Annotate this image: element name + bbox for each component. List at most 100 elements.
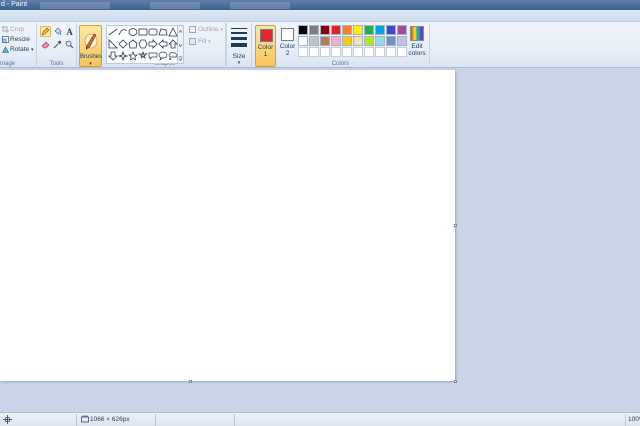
resize-handle-right[interactable] <box>454 224 457 227</box>
color1-swatch <box>260 29 273 42</box>
outline-dropdown[interactable]: Outline ▾ <box>189 25 223 34</box>
up-arrow-icon <box>168 39 178 49</box>
pencil-tool[interactable] <box>40 26 51 37</box>
edit-colors-label: colors <box>408 50 426 57</box>
palette-color-swatch[interactable] <box>386 36 396 46</box>
polygon-shape[interactable] <box>158 27 168 37</box>
six-point-star-shape[interactable] <box>137 50 149 61</box>
cloud-callout-shape[interactable] <box>168 51 178 61</box>
resize-handle-bottom[interactable] <box>189 380 192 383</box>
star-icon <box>128 51 138 61</box>
palette-color-swatch[interactable] <box>320 25 330 35</box>
status-separator <box>234 414 235 426</box>
magnifier-tool[interactable] <box>64 39 75 50</box>
palette-color-swatch[interactable] <box>353 47 363 57</box>
four-point-star-icon <box>117 50 129 62</box>
palette-color-swatch[interactable] <box>342 47 352 57</box>
palette-color-swatch[interactable] <box>364 36 374 46</box>
curve-shape[interactable] <box>118 27 128 37</box>
oval-icon <box>128 28 138 36</box>
brush-icon <box>84 33 98 50</box>
palette-color-swatch[interactable] <box>309 36 319 46</box>
oval-callout-shape[interactable] <box>158 51 168 61</box>
color-picker-tool[interactable] <box>52 39 63 50</box>
rounded-callout-shape[interactable] <box>148 51 158 61</box>
palette-color-swatch[interactable] <box>375 47 385 57</box>
palette-color-swatch[interactable] <box>386 25 396 35</box>
palette-color-swatch[interactable] <box>320 36 330 46</box>
drawing-canvas[interactable] <box>0 70 455 381</box>
rotate-button[interactable]: Rotate ▾ <box>1 45 33 54</box>
down-arrow-icon <box>108 51 118 61</box>
fill-tool[interactable] <box>52 26 63 37</box>
text-tool-icon: A <box>66 26 73 37</box>
magnifier-icon <box>65 40 74 49</box>
pencil-icon <box>41 27 50 36</box>
edit-colors-button[interactable]: Edit colors <box>406 25 428 67</box>
palette-color-swatch[interactable] <box>353 36 363 46</box>
palette-color-swatch[interactable] <box>320 47 330 57</box>
palette-color-swatch[interactable] <box>386 47 396 57</box>
palette-color-swatch[interactable] <box>309 25 319 35</box>
right-arrow-shape[interactable] <box>148 39 158 49</box>
diamond-shape[interactable] <box>118 39 128 49</box>
down-arrow-shape[interactable] <box>108 51 118 61</box>
palette-color-swatch[interactable] <box>331 47 341 57</box>
pentagon-shape[interactable] <box>128 39 138 49</box>
brushes-button[interactable]: Brushes ▾ <box>79 25 102 67</box>
color2-button[interactable]: Color 2 <box>277 25 298 67</box>
crop-button[interactable]: Crop <box>2 25 24 34</box>
palette-color-swatch[interactable] <box>342 36 352 46</box>
chevron-down-icon: ▾ <box>208 39 211 45</box>
palette-color-swatch[interactable] <box>331 25 341 35</box>
line-shape[interactable] <box>108 27 118 37</box>
oval-callout-icon <box>158 51 168 61</box>
color2-swatch <box>281 28 294 41</box>
palette-color-swatch[interactable] <box>298 25 308 35</box>
five-point-star-shape[interactable] <box>128 51 138 61</box>
resize-handle-corner[interactable] <box>454 380 457 383</box>
text-tool[interactable]: A <box>64 26 75 37</box>
eraser-tool[interactable] <box>40 39 51 50</box>
shapes-gallery-scrollbar[interactable] <box>178 25 184 64</box>
palette-color-swatch[interactable] <box>342 25 352 35</box>
hexagon-shape[interactable] <box>138 39 148 49</box>
four-point-star-shape[interactable] <box>117 50 129 62</box>
oval-shape[interactable] <box>128 27 138 37</box>
chevron-down-icon: ▾ <box>89 61 92 67</box>
six-point-star-icon <box>137 50 149 59</box>
palette-color-swatch[interactable] <box>364 25 374 35</box>
up-arrow-shape[interactable] <box>168 39 178 49</box>
color1-button[interactable]: Color 1 <box>255 25 276 67</box>
taskbar-ghost <box>40 2 110 9</box>
canvas-size-icon <box>81 413 89 426</box>
rounded-rectangle-icon <box>148 28 158 36</box>
taskbar-ghost <box>230 2 290 9</box>
palette-color-swatch[interactable] <box>375 36 385 46</box>
color1-number: 1 <box>263 51 268 58</box>
palette-color-swatch[interactable] <box>298 47 308 57</box>
left-arrow-shape[interactable] <box>158 39 168 49</box>
fill-icon <box>189 37 196 45</box>
fill-dropdown[interactable]: Fill ▾ <box>189 37 211 46</box>
resize-button[interactable]: Resize <box>2 35 30 44</box>
palette-color-swatch[interactable] <box>353 25 363 35</box>
paint-bucket-icon <box>54 27 62 36</box>
pentagon-icon <box>128 39 138 49</box>
right-triangle-shape[interactable] <box>108 39 118 49</box>
left-arrow-icon <box>158 39 168 49</box>
resize-icon <box>2 35 9 43</box>
expand-gallery-icon <box>178 56 183 62</box>
rounded-rectangle-shape[interactable] <box>148 27 158 37</box>
right-arrow-icon <box>148 39 158 49</box>
rotate-label: Rotate <box>10 46 30 53</box>
palette-color-swatch[interactable] <box>298 36 308 46</box>
palette-color-swatch[interactable] <box>364 47 374 57</box>
palette-color-swatch[interactable] <box>375 25 385 35</box>
triangle-shape[interactable] <box>168 27 178 37</box>
rectangle-shape[interactable] <box>138 27 148 37</box>
zoom-level[interactable]: 100% <box>628 413 640 426</box>
palette-color-swatch[interactable] <box>309 47 319 57</box>
palette-color-swatch[interactable] <box>331 36 341 46</box>
ribbon-tab-strip <box>0 10 640 22</box>
